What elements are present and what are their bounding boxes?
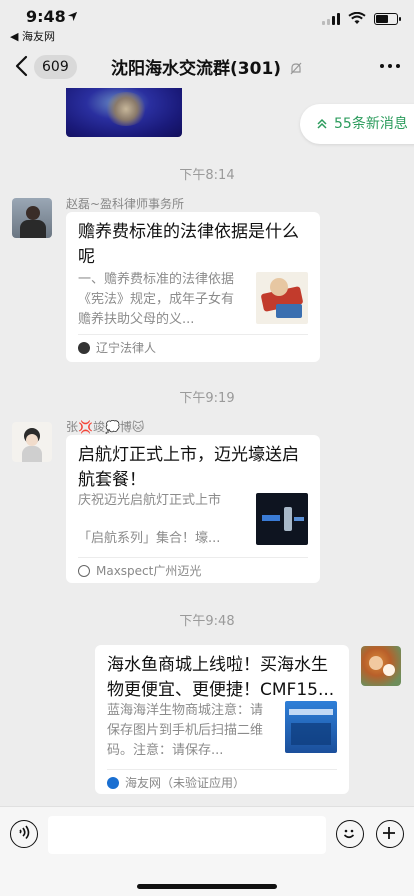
status-bar: 9:48 ◀ 海友网 <box>0 0 414 44</box>
message-input-bar <box>0 806 414 896</box>
message-input[interactable] <box>48 816 326 854</box>
source-logo-icon <box>78 341 90 354</box>
back-to-app-link[interactable]: ◀ 海友网 <box>10 28 55 44</box>
chat-screen: 9:48 ◀ 海友网 609 沈阳海水交流群(301) 55条新消息 下午8:1… <box>0 0 414 896</box>
card-description-line2: 「启航系列」集合！壕... <box>78 531 221 546</box>
avatar[interactable] <box>12 198 52 238</box>
source-logo-icon <box>107 776 119 789</box>
card-source-name: 海友网（未验证应用） <box>125 776 246 790</box>
card-title: 赡养费标准的法律依据是什么呢 <box>78 222 299 267</box>
card-source: 海友网（未验证应用） <box>107 774 245 791</box>
home-indicator[interactable] <box>137 884 277 889</box>
card-thumbnail <box>256 272 308 324</box>
card-source: Maxspect广州迈光 <box>78 562 201 579</box>
card-source-name: 辽宁法律人 <box>96 341 157 355</box>
card-thumbnail <box>256 493 308 545</box>
battery-icon <box>374 12 401 25</box>
new-messages-label: 55条新消息 <box>334 116 408 132</box>
double-chevron-up-icon <box>317 118 327 129</box>
avatar[interactable] <box>361 646 401 686</box>
voice-icon[interactable] <box>10 820 38 848</box>
card-thumbnail <box>285 701 337 753</box>
sender-name: 赵磊~盈科律师事务所 <box>66 197 185 211</box>
source-logo-icon <box>78 564 90 577</box>
location-arrow-icon <box>67 11 78 22</box>
avatar[interactable] <box>12 422 52 462</box>
divider <box>78 334 308 335</box>
chat-title: 沈阳海水交流群(301) <box>0 54 414 79</box>
sender-name: 张💢竣💭博🐱 <box>66 420 145 434</box>
timestamp: 下午9:48 <box>179 614 235 629</box>
plus-icon[interactable] <box>376 820 404 848</box>
status-time: 9:48 <box>26 7 66 26</box>
chat-title-text: 沈阳海水交流群(301) <box>111 59 282 79</box>
timestamp: 下午8:14 <box>179 168 235 183</box>
emoji-icon[interactable] <box>336 820 364 848</box>
card-title: 启航灯正式上市，迈光壕送启航套餐！ <box>78 445 299 490</box>
divider <box>107 769 337 770</box>
cellular-signal-icon <box>322 12 340 25</box>
link-card[interactable]: 启航灯正式上市，迈光壕送启航套餐！ 庆祝迈光启航灯正式上市 「启航系列」集合！壕… <box>66 435 320 583</box>
mute-bell-icon <box>290 62 302 75</box>
card-source-name: Maxspect广州迈光 <box>96 564 202 578</box>
shared-image-partial[interactable] <box>66 88 182 137</box>
card-description: 蓝海海洋生物商城注意：请保存图片到手机后扫描二维码。注意：请保存... <box>107 703 264 758</box>
link-card[interactable]: 海水鱼商城上线啦！买海水生物更便宜、更便捷！CMF15... 蓝海海洋生物商城注… <box>95 645 349 794</box>
card-description-line1: 庆祝迈光启航灯正式上市 <box>78 493 222 508</box>
nav-bar: 609 沈阳海水交流群(301) <box>0 44 414 90</box>
more-icon[interactable] <box>380 64 400 68</box>
card-title: 海水鱼商城上线啦！买海水生物更便宜、更便捷！CMF15... <box>107 655 335 700</box>
card-description: 一、赡养费标准的法律依据《宪法》规定，成年子女有赡养扶助父母的义... <box>78 272 235 327</box>
new-messages-button[interactable]: 55条新消息 <box>300 104 414 144</box>
wifi-icon <box>348 12 366 24</box>
link-card[interactable]: 赡养费标准的法律依据是什么呢 一、赡养费标准的法律依据《宪法》规定，成年子女有赡… <box>66 212 320 362</box>
divider <box>78 557 308 558</box>
card-source: 辽宁法律人 <box>78 339 156 356</box>
timestamp: 下午9:19 <box>179 391 235 406</box>
